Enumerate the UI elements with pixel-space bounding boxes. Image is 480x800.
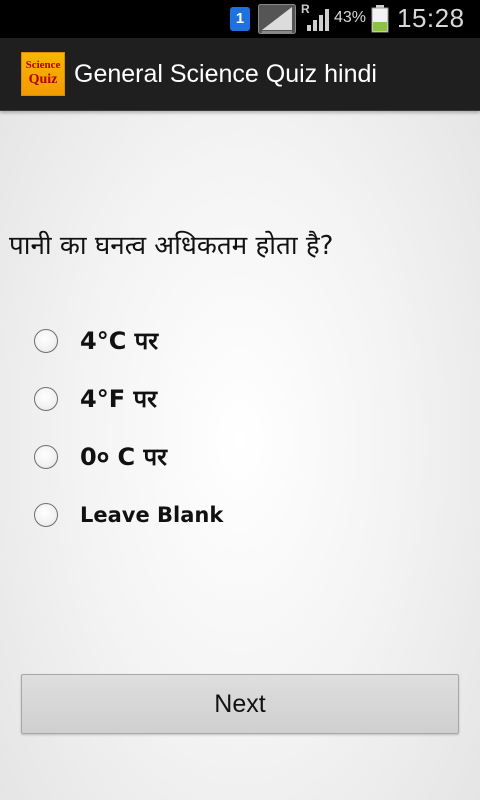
app-logo-line2: Quiz <box>28 72 58 87</box>
radio-button[interactable] <box>34 329 58 353</box>
answer-options: 4°C पर 4°F पर 0० C पर Leave Blank <box>0 313 480 545</box>
cellular-signal-icon <box>307 9 329 31</box>
answer-option-label[interactable]: 4°F पर <box>80 383 157 415</box>
next-button[interactable]: Next <box>21 674 459 734</box>
answer-option-label[interactable]: 4°C पर <box>80 325 158 357</box>
status-bar: 1 R 43% 15:28 <box>0 0 480 38</box>
battery-icon <box>371 5 389 33</box>
question-text: पानी का घनत्व अधिकतम होता है? <box>9 231 334 261</box>
answer-option-label[interactable]: Leave Blank <box>80 499 223 531</box>
radio-button[interactable] <box>34 503 58 527</box>
answer-option-4[interactable]: Leave Blank <box>0 487 480 545</box>
answer-option-1[interactable]: 4°C पर <box>0 313 480 371</box>
radio-button[interactable] <box>34 387 58 411</box>
action-bar: Science Quiz General Science Quiz hindi <box>0 38 480 111</box>
battery-percent: 43% <box>334 9 367 26</box>
radio-button[interactable] <box>34 445 58 469</box>
answer-option-label[interactable]: 0० C पर <box>80 441 167 473</box>
app-logo-line1: Science <box>25 59 61 71</box>
answer-option-2[interactable]: 4°F पर <box>0 371 480 429</box>
signal-strength-icon <box>258 4 296 34</box>
clock: 15:28 <box>397 3 465 33</box>
answer-option-3[interactable]: 0० C पर <box>0 429 480 487</box>
app-logo[interactable]: Science Quiz <box>21 52 65 96</box>
app-title: General Science Quiz hindi <box>74 60 377 88</box>
notification-icon: 1 <box>230 7 250 31</box>
